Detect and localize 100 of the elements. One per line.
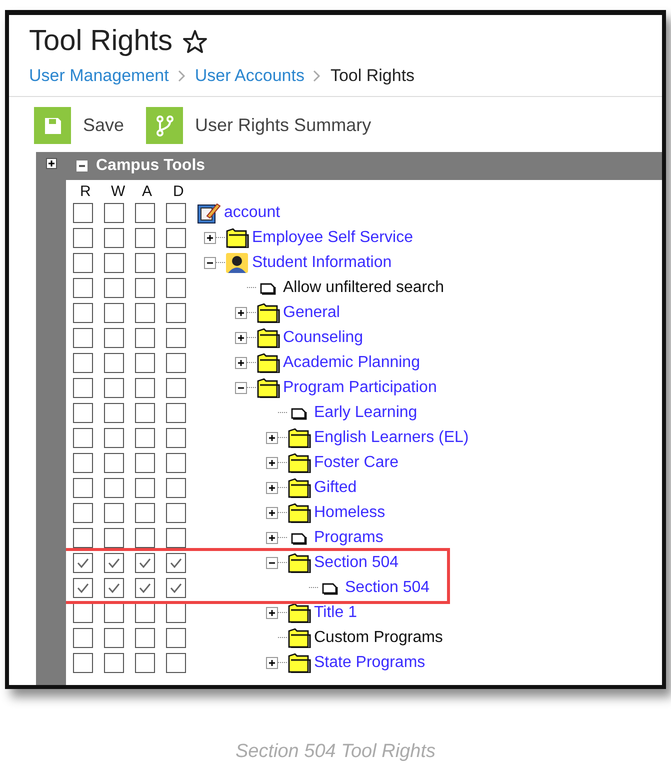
checkbox[interactable]	[135, 428, 155, 448]
checkbox[interactable]	[166, 478, 186, 498]
collapse-icon[interactable]	[266, 556, 278, 568]
checkbox[interactable]	[166, 628, 186, 648]
expand-icon[interactable]	[46, 158, 56, 169]
checkbox[interactable]	[104, 452, 124, 472]
checkbox[interactable]	[166, 578, 186, 598]
collapse-icon[interactable]	[76, 160, 88, 172]
checkbox[interactable]	[104, 378, 124, 398]
checkbox[interactable]	[104, 578, 124, 598]
checkbox[interactable]	[135, 478, 155, 498]
checkbox[interactable]	[73, 278, 93, 298]
checkbox[interactable]	[166, 602, 186, 622]
checkbox[interactable]	[73, 578, 93, 598]
checkbox[interactable]	[104, 252, 124, 272]
checkbox[interactable]	[166, 402, 186, 422]
tree-link[interactable]: Foster Care	[314, 454, 398, 472]
checkbox[interactable]	[104, 478, 124, 498]
checkbox[interactable]	[135, 278, 155, 298]
expand-icon[interactable]	[266, 532, 278, 544]
breadcrumb-link[interactable]: User Management	[29, 66, 169, 86]
checkbox[interactable]	[104, 528, 124, 548]
checkbox[interactable]	[104, 302, 124, 322]
checkbox[interactable]	[166, 278, 186, 298]
expand-icon[interactable]	[266, 656, 278, 668]
checkbox[interactable]	[104, 352, 124, 372]
checkbox[interactable]	[73, 478, 93, 498]
tree-link[interactable]: Counseling	[283, 328, 364, 346]
checkbox[interactable]	[73, 452, 93, 472]
expand-icon[interactable]	[266, 606, 278, 618]
tree-link[interactable]: Employee Self Service	[252, 228, 413, 246]
checkbox[interactable]	[73, 402, 93, 422]
checkbox[interactable]	[135, 528, 155, 548]
checkbox[interactable]	[135, 302, 155, 322]
checkbox[interactable]	[135, 652, 155, 672]
checkbox[interactable]	[104, 278, 124, 298]
checkbox[interactable]	[135, 228, 155, 248]
checkbox[interactable]	[166, 302, 186, 322]
checkbox[interactable]	[73, 552, 93, 572]
tree-link[interactable]: Title 1	[314, 604, 357, 622]
expand-icon[interactable]	[266, 456, 278, 468]
tree-link[interactable]: Early Learning	[314, 404, 418, 422]
checkbox[interactable]	[73, 228, 93, 248]
tree-link[interactable]: account	[224, 204, 280, 222]
checkbox[interactable]	[135, 252, 155, 272]
checkbox[interactable]	[135, 602, 155, 622]
checkbox[interactable]	[135, 352, 155, 372]
checkbox[interactable]	[166, 378, 186, 398]
tree-link[interactable]: Programs	[314, 528, 384, 546]
checkbox[interactable]	[166, 528, 186, 548]
expand-icon[interactable]	[204, 232, 216, 244]
checkbox[interactable]	[166, 652, 186, 672]
summary-button[interactable]: User Rights Summary	[146, 107, 380, 144]
checkbox[interactable]	[166, 202, 186, 222]
checkbox[interactable]	[104, 428, 124, 448]
tree-link[interactable]: Program Participation	[283, 378, 437, 396]
checkbox[interactable]	[73, 378, 93, 398]
checkbox[interactable]	[73, 502, 93, 522]
checkbox[interactable]	[166, 252, 186, 272]
checkbox[interactable]	[135, 402, 155, 422]
checkbox[interactable]	[104, 602, 124, 622]
expand-icon[interactable]	[235, 306, 247, 318]
checkbox[interactable]	[135, 502, 155, 522]
checkbox[interactable]	[73, 302, 93, 322]
checkbox[interactable]	[135, 552, 155, 572]
collapse-icon[interactable]	[204, 256, 216, 268]
checkbox[interactable]	[73, 428, 93, 448]
checkbox[interactable]	[135, 578, 155, 598]
tree-link[interactable]: Gifted	[314, 478, 357, 496]
checkbox[interactable]	[104, 202, 124, 222]
checkbox[interactable]	[135, 628, 155, 648]
checkbox[interactable]	[104, 552, 124, 572]
tree-link[interactable]: Section 504	[314, 554, 399, 572]
checkbox[interactable]	[73, 202, 93, 222]
checkbox[interactable]	[73, 528, 93, 548]
tree-link[interactable]: State Programs	[314, 654, 426, 672]
expand-icon[interactable]	[266, 506, 278, 518]
expand-icon[interactable]	[235, 356, 247, 368]
tree-link[interactable]: Academic Planning	[283, 354, 420, 372]
checkbox[interactable]	[166, 328, 186, 348]
checkbox[interactable]	[166, 352, 186, 372]
checkbox[interactable]	[73, 328, 93, 348]
checkbox[interactable]	[73, 628, 93, 648]
collapse-icon[interactable]	[235, 382, 247, 394]
checkbox[interactable]	[166, 502, 186, 522]
breadcrumb-link[interactable]: User Accounts	[194, 66, 304, 86]
checkbox[interactable]	[73, 352, 93, 372]
checkbox[interactable]	[135, 378, 155, 398]
checkbox[interactable]	[166, 228, 186, 248]
checkbox[interactable]	[104, 652, 124, 672]
expand-icon[interactable]	[266, 482, 278, 494]
checkbox[interactable]	[73, 252, 93, 272]
checkbox[interactable]	[166, 428, 186, 448]
tree-link[interactable]: Student Information	[252, 254, 392, 272]
checkbox[interactable]	[135, 328, 155, 348]
save-button[interactable]: Save	[34, 107, 132, 144]
checkbox[interactable]	[135, 202, 155, 222]
checkbox[interactable]	[104, 402, 124, 422]
checkbox[interactable]	[135, 452, 155, 472]
tree-link[interactable]: English Learners (EL)	[314, 428, 469, 446]
